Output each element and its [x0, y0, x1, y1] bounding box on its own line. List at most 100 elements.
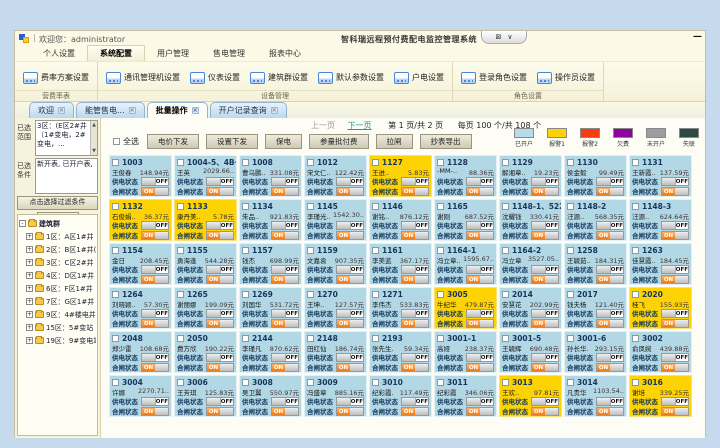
switch-toggle[interactable]: ON.	[271, 187, 299, 196]
supply-toggle[interactable]: .OFF	[531, 177, 559, 186]
meter-checkbox[interactable]	[242, 291, 249, 298]
supply-toggle[interactable]: .OFF	[401, 309, 429, 318]
switch-toggle[interactable]: ON.	[661, 275, 689, 284]
collapse-icon[interactable]: -	[19, 220, 26, 227]
ribbon-button[interactable]: 通讯管理机设置	[106, 72, 180, 84]
meter-checkbox[interactable]	[177, 159, 184, 166]
menu-tab-3[interactable]: 用户管理	[145, 46, 201, 61]
tree-item[interactable]: +19区：9#变电站（2..	[19, 334, 96, 347]
supply-toggle[interactable]: .OFF	[531, 221, 559, 230]
expand-icon[interactable]: +	[26, 285, 33, 292]
supply-toggle[interactable]: .OFF	[336, 353, 364, 362]
switch-toggle[interactable]: ON.	[466, 231, 494, 240]
ribbon-button[interactable]: 仪表设置	[190, 72, 240, 84]
meter-checkbox[interactable]	[372, 159, 379, 166]
supply-toggle[interactable]: .OFF	[466, 353, 494, 362]
range-listbox[interactable]: 3区：(E区2#井（1#变电，2#变电，... ▲ ▼	[35, 120, 98, 156]
supply-toggle[interactable]: .OFF	[271, 353, 299, 362]
filter-button[interactable]: 点击选择过滤条件	[17, 196, 98, 210]
expand-icon[interactable]: +	[26, 324, 33, 331]
ribbon-button[interactable]: 登录角色设置	[461, 72, 527, 84]
tree-item[interactable]: +6区：F区1#井（F区..	[19, 282, 96, 295]
meter-checkbox[interactable]	[632, 291, 639, 298]
switch-toggle[interactable]: ON.	[206, 363, 234, 372]
supply-toggle[interactable]: .OFF	[596, 177, 624, 186]
expand-icon[interactable]: +	[26, 272, 33, 279]
switch-toggle[interactable]: ON.	[206, 319, 234, 328]
close-icon[interactable]: ×	[192, 107, 199, 114]
supply-toggle[interactable]: .OFF	[531, 353, 559, 362]
maximize-icon[interactable]: ⊠	[496, 33, 502, 41]
meter-checkbox[interactable]	[632, 159, 639, 166]
meter-checkbox[interactable]	[372, 379, 379, 386]
expand-icon[interactable]: +	[26, 233, 33, 240]
meter-checkbox[interactable]	[372, 291, 379, 298]
switch-toggle[interactable]: ON.	[596, 363, 624, 372]
supply-toggle[interactable]: .OFF	[336, 177, 364, 186]
switch-toggle[interactable]: ON.	[466, 319, 494, 328]
switch-toggle[interactable]: ON.	[141, 187, 169, 196]
tree-root[interactable]: -建筑群	[19, 217, 96, 230]
switch-toggle[interactable]: ON.	[466, 363, 494, 372]
meter-checkbox[interactable]	[177, 291, 184, 298]
switch-toggle[interactable]: ON.	[531, 363, 559, 372]
supply-toggle[interactable]: .OFF	[401, 177, 429, 186]
meter-checkbox[interactable]	[112, 379, 119, 386]
switch-toggle[interactable]: ON.	[271, 275, 299, 284]
supply-toggle[interactable]: .OFF	[141, 353, 169, 362]
condition-box[interactable]: 新开表, 已开户表,	[35, 158, 98, 194]
supply-toggle[interactable]: .OFF	[141, 221, 169, 230]
switch-toggle[interactable]: ON.	[336, 319, 364, 328]
supply-toggle[interactable]: .OFF	[401, 353, 429, 362]
meter-checkbox[interactable]	[177, 203, 184, 210]
doc-tab-3[interactable]: 批量操作×	[147, 102, 208, 118]
meter-checkbox[interactable]	[177, 379, 184, 386]
meter-checkbox[interactable]	[502, 247, 509, 254]
supply-toggle[interactable]: .OFF	[141, 177, 169, 186]
doc-tab-4[interactable]: 开户记录查询×	[210, 102, 287, 118]
meter-checkbox[interactable]	[112, 247, 119, 254]
meter-checkbox[interactable]	[632, 247, 639, 254]
tree-item[interactable]: +2区：B区1#井(B区1..	[19, 243, 96, 256]
toolbar-button[interactable]: 设置下发	[206, 134, 258, 149]
switch-toggle[interactable]: ON.	[271, 231, 299, 240]
toolbar-button[interactable]: 拉闸	[376, 134, 413, 149]
switch-toggle[interactable]: ON.	[271, 319, 299, 328]
scroll-down-icon[interactable]: ▼	[92, 148, 96, 154]
meter-checkbox[interactable]	[567, 203, 574, 210]
supply-toggle[interactable]: .OFF	[271, 309, 299, 318]
supply-toggle[interactable]: .OFF	[206, 221, 234, 230]
supply-toggle[interactable]: .OFF	[336, 221, 364, 230]
doc-tab-2[interactable]: 能管售电...×	[76, 102, 145, 118]
switch-toggle[interactable]: ON.	[336, 363, 364, 372]
tree-item[interactable]: +1区：A区1#井	[19, 230, 96, 243]
switch-toggle[interactable]: ON.	[596, 187, 624, 196]
supply-toggle[interactable]: .OFF	[661, 353, 689, 362]
supply-toggle[interactable]: .OFF	[271, 265, 299, 274]
switch-toggle[interactable]: ON.	[336, 407, 364, 416]
tree-item[interactable]: +3区：C区2#井（1#..	[19, 256, 96, 269]
switch-toggle[interactable]: ON.	[661, 407, 689, 416]
switch-toggle[interactable]: ON.	[466, 187, 494, 196]
expand-icon[interactable]: +	[26, 311, 33, 318]
supply-toggle[interactable]: .OFF	[466, 309, 494, 318]
meter-checkbox[interactable]	[112, 335, 119, 342]
meter-checkbox[interactable]	[112, 291, 119, 298]
supply-toggle[interactable]: .OFF	[466, 177, 494, 186]
tree-item[interactable]: +9区：4#楼电井（4#..	[19, 308, 96, 321]
supply-toggle[interactable]: .OFF	[206, 309, 234, 318]
switch-toggle[interactable]: ON.	[466, 407, 494, 416]
switch-toggle[interactable]: ON.	[401, 187, 429, 196]
switch-toggle[interactable]: ON.	[141, 407, 169, 416]
switch-toggle[interactable]: ON.	[401, 231, 429, 240]
meter-checkbox[interactable]	[307, 291, 314, 298]
supply-toggle[interactable]: .OFF	[661, 309, 689, 318]
switch-toggle[interactable]: ON.	[531, 275, 559, 284]
switch-toggle[interactable]: ON.	[661, 363, 689, 372]
toolbar-button[interactable]: 保电	[265, 134, 302, 149]
switch-toggle[interactable]: ON.	[206, 275, 234, 284]
supply-toggle[interactable]: .OFF	[401, 221, 429, 230]
meter-checkbox[interactable]	[502, 335, 509, 342]
switch-toggle[interactable]: ON.	[401, 319, 429, 328]
tree-item[interactable]: +4区：D区1#井（D区..	[19, 269, 96, 282]
